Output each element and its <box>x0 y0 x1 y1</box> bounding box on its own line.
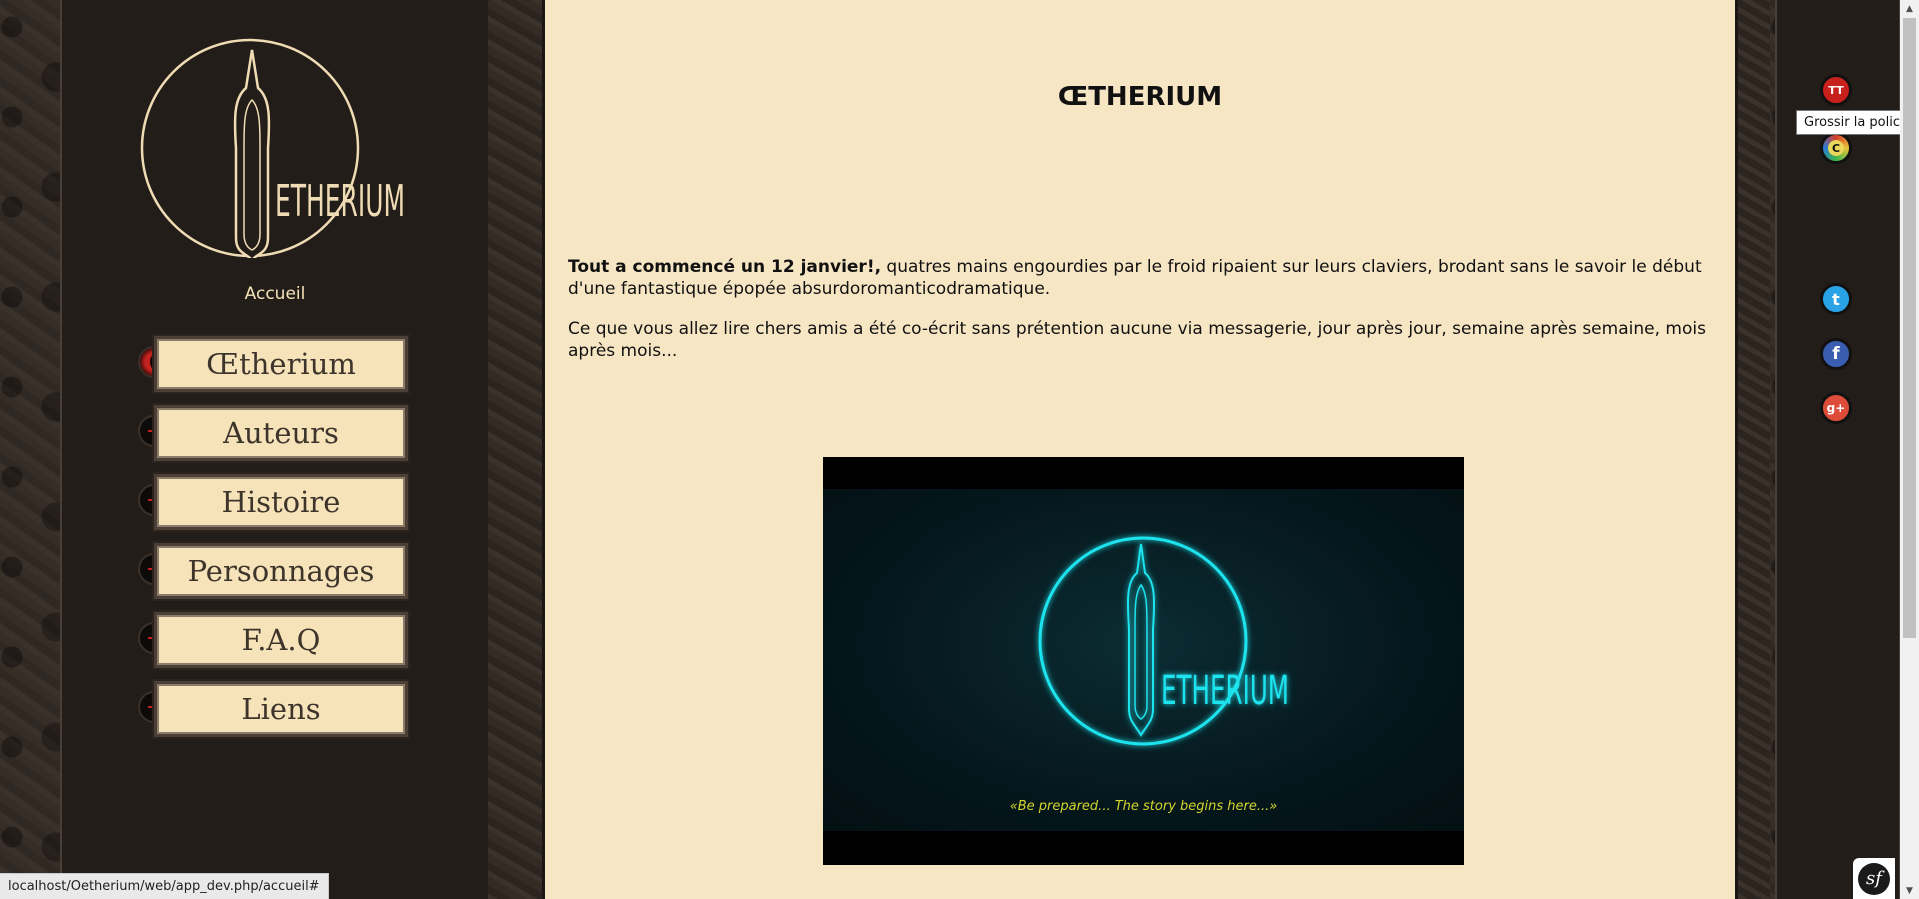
site-logo[interactable]: ETHERIUM <box>140 38 410 262</box>
home-link[interactable]: Accueil <box>200 284 350 304</box>
nav-button-auteurs[interactable]: Auteurs <box>152 403 410 463</box>
page-title: ŒTHERIUM <box>1057 82 1223 112</box>
left-pattern-border <box>0 0 60 899</box>
intro-bold-text: Tout a commencé un 12 janvier!, <box>568 257 882 277</box>
nav-item-auteurs[interactable]: -- Auteurs <box>138 403 418 467</box>
main-nav: Œtherium -- Auteurs -- Histoire -- Perso… <box>138 334 418 750</box>
nav-button-faq[interactable]: F.A.Q <box>152 610 410 670</box>
svg-text:ETHERIUM: ETHERIUM <box>275 176 405 227</box>
symfony-toolbar-toggle[interactable]: sf <box>1853 858 1895 899</box>
scroll-thumb[interactable] <box>1903 18 1916 638</box>
left-pattern-strip <box>488 0 542 899</box>
nav-button-liens[interactable]: Liens <box>152 679 410 739</box>
symfony-icon: sf <box>1858 862 1890 895</box>
nav-item-liens[interactable]: -- Liens <box>138 679 418 743</box>
nav-item-faq[interactable]: -- F.A.Q <box>138 610 418 674</box>
contrast-icon[interactable]: C <box>1820 132 1852 164</box>
video-frame: ETHERIUM «Be prepared... The story begin… <box>823 489 1464 831</box>
nav-item-histoire[interactable]: -- Histoire <box>138 472 418 536</box>
browser-status-bar: localhost/Oetherium/web/app_dev.php/accu… <box>0 873 329 899</box>
nav-button-oetherium[interactable]: Œtherium <box>152 334 410 394</box>
video-logo: ETHERIUM <box>1038 536 1289 746</box>
nav-button-personnages[interactable]: Personnages <box>152 541 410 601</box>
nav-item-personnages[interactable]: -- Personnages <box>138 541 418 605</box>
facebook-icon[interactable]: f <box>1820 338 1852 370</box>
video-tagline: «Be prepared... The story begins here...… <box>1009 799 1278 814</box>
scroll-up-arrow-icon[interactable]: ▲ <box>1900 0 1919 17</box>
google-plus-icon[interactable]: g+ <box>1820 392 1852 424</box>
twitter-icon[interactable]: t <box>1820 283 1852 315</box>
right-pattern-strip <box>1738 0 1770 899</box>
font-size-icon[interactable]: TT <box>1820 74 1852 106</box>
scroll-down-arrow-icon[interactable]: ▼ <box>1900 882 1919 899</box>
main-content: ŒTHERIUM Tout a commencé un 12 janvier!,… <box>542 0 1738 899</box>
nav-button-histoire[interactable]: Histoire <box>152 472 410 532</box>
tooltip: Grossir la police <box>1796 110 1917 135</box>
intro-video[interactable]: ETHERIUM «Be prepared... The story begin… <box>823 457 1464 865</box>
page-scrollbar[interactable]: ▲ ▼ <box>1900 0 1919 899</box>
second-paragraph: Ce que vous allez lire chers amis a été … <box>568 319 1706 361</box>
nav-item-oetherium[interactable]: Œtherium <box>138 334 418 398</box>
intro-paragraph: Tout a commencé un 12 janvier!, quatres … <box>568 256 1713 300</box>
svg-text:ETHERIUM: ETHERIUM <box>1161 668 1289 714</box>
